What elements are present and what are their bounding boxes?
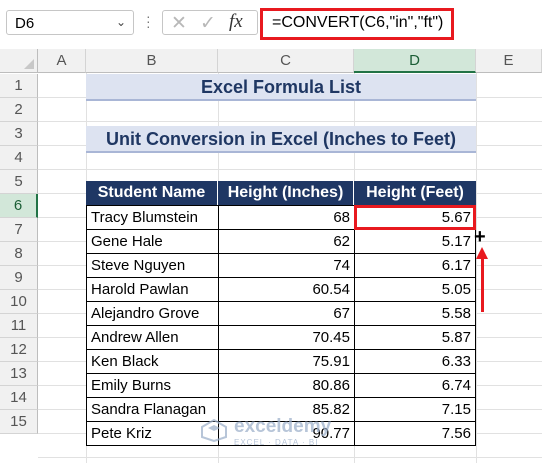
- chevron-down-icon[interactable]: ⌄: [116, 15, 126, 29]
- cell-height-inches[interactable]: 67: [218, 301, 355, 326]
- cell-height-feet[interactable]: 7.15: [354, 397, 476, 422]
- arrow-shaft: [481, 254, 484, 312]
- cell-height-feet[interactable]: 6.17: [354, 253, 476, 278]
- name-box[interactable]: D6 ⌄: [6, 10, 134, 35]
- fill-handle-cursor-icon[interactable]: +: [474, 226, 486, 249]
- row-header-12[interactable]: 12: [0, 338, 38, 362]
- cell-height-inches[interactable]: 75.91: [218, 349, 355, 374]
- cell-height-feet[interactable]: 6.33: [354, 349, 476, 374]
- row-header-3[interactable]: 3: [0, 122, 38, 146]
- watermark-name: exceldemy: [234, 416, 332, 437]
- cell-height-inches[interactable]: 74: [218, 253, 355, 278]
- col-header-c[interactable]: C: [218, 49, 354, 73]
- cell-height-inches[interactable]: 68: [218, 205, 355, 230]
- name-box-value: D6: [15, 15, 35, 32]
- row-header-5[interactable]: 5: [0, 170, 38, 194]
- cell-height-inches[interactable]: 62: [218, 229, 355, 254]
- sheet-subtitle[interactable]: Unit Conversion in Excel (Inches to Feet…: [86, 126, 476, 153]
- row-header-4[interactable]: 4: [0, 146, 38, 170]
- row-header-10[interactable]: 10: [0, 290, 38, 314]
- row-header-8[interactable]: 8: [0, 242, 38, 266]
- table-header-feet[interactable]: Height (Feet): [354, 181, 476, 205]
- cell-student-name[interactable]: Andrew Allen: [86, 325, 219, 350]
- row-header-14[interactable]: 14: [0, 386, 38, 410]
- row-header-11[interactable]: 11: [0, 314, 38, 338]
- formula-bar: D6 ⌄ · · · ✕ ✓ fx =CONVERT(C6,"in","ft"): [0, 0, 542, 46]
- col-header-e[interactable]: E: [476, 49, 542, 73]
- col-header-d[interactable]: D: [354, 49, 476, 73]
- col-header-a[interactable]: A: [38, 49, 86, 73]
- row-header-13[interactable]: 13: [0, 362, 38, 386]
- cell-height-feet[interactable]: 6.74: [354, 373, 476, 398]
- watermark-tagline: EXCEL · DATA · BI: [234, 438, 319, 447]
- cell-student-name[interactable]: Gene Hale: [86, 229, 219, 254]
- cancel-icon[interactable]: ✕: [171, 12, 187, 35]
- row-header-1[interactable]: 1: [0, 74, 38, 98]
- row-header-2[interactable]: 2: [0, 98, 38, 122]
- cell-student-name[interactable]: Harold Pawlan: [86, 277, 219, 302]
- cell-student-name[interactable]: Alejandro Grove: [86, 301, 219, 326]
- formula-input[interactable]: =CONVERT(C6,"in","ft"): [260, 8, 454, 40]
- gridline: [38, 169, 542, 170]
- col-header-b[interactable]: B: [86, 49, 218, 73]
- row-header-6[interactable]: 6: [0, 194, 38, 218]
- selected-cell-d6[interactable]: [354, 205, 476, 230]
- formula-text: =CONVERT(C6,"in","ft"): [272, 14, 444, 31]
- cell-student-name[interactable]: Emily Burns: [86, 373, 219, 398]
- enter-icon[interactable]: ✓: [200, 12, 216, 35]
- gridline: [38, 121, 542, 122]
- cell-height-feet[interactable]: 5.17: [354, 229, 476, 254]
- select-all-corner[interactable]: [0, 49, 38, 73]
- more-options-icon[interactable]: · · ·: [146, 9, 151, 33]
- row-header-15[interactable]: 15: [0, 410, 38, 434]
- cell-height-feet[interactable]: 5.58: [354, 301, 476, 326]
- cell-height-feet[interactable]: 5.87: [354, 325, 476, 350]
- table-header-name[interactable]: Student Name: [86, 181, 218, 205]
- sheet-title[interactable]: Excel Formula List: [86, 74, 476, 101]
- cell-height-feet[interactable]: 7.56: [354, 421, 476, 446]
- cell-height-inches[interactable]: 80.86: [218, 373, 355, 398]
- row-header-7[interactable]: 7: [0, 218, 38, 242]
- formula-buttons: ✕ ✓ fx: [162, 10, 258, 35]
- table-header-inches[interactable]: Height (Inches): [218, 181, 354, 205]
- exceldemy-logo-icon: [201, 418, 227, 442]
- cell-height-feet[interactable]: 5.05: [354, 277, 476, 302]
- row-header-9[interactable]: 9: [0, 266, 38, 290]
- gridline: [38, 457, 542, 458]
- cell-height-inches[interactable]: 70.45: [218, 325, 355, 350]
- cell-student-name[interactable]: Steve Nguyen: [86, 253, 219, 278]
- insert-function-icon[interactable]: fx: [229, 11, 243, 33]
- cell-height-inches[interactable]: 60.54: [218, 277, 355, 302]
- gridline: [476, 73, 477, 463]
- cell-student-name[interactable]: Ken Black: [86, 349, 219, 374]
- cell-student-name[interactable]: Tracy Blumstein: [86, 205, 219, 230]
